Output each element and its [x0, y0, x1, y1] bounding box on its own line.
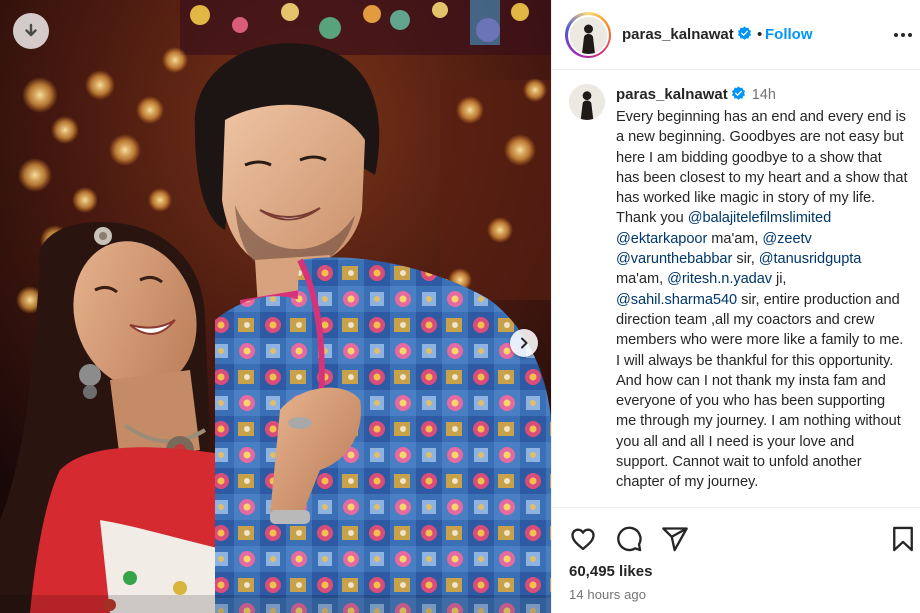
- caption-text-segment: ma'am,: [616, 271, 668, 288]
- avatar: [569, 16, 607, 54]
- caption-text-segment: sir,: [732, 251, 759, 268]
- follow-button[interactable]: Follow: [765, 26, 813, 43]
- caption-time[interactable]: 14h: [752, 87, 776, 103]
- more-options-icon[interactable]: [892, 24, 914, 46]
- header-separator: •: [757, 26, 763, 43]
- caption-text-segment: ma'am,: [707, 230, 763, 247]
- verified-badge-icon: [737, 26, 751, 40]
- chevron-right-icon: [521, 337, 528, 349]
- caption-section: paras_kalnawat 14h Every beginning has an…: [552, 71, 920, 507]
- post-photo-image: [0, 0, 551, 613]
- download-arrow-icon: [25, 23, 37, 37]
- download-button[interactable]: [13, 13, 49, 49]
- caption-text-segment: ji,: [772, 271, 787, 288]
- post-side-panel: paras_kalnawat • Follow paras_kalnawat 14…: [551, 0, 920, 613]
- mention-link[interactable]: @ektarkapoor: [616, 231, 707, 247]
- mention-link[interactable]: @sahil.sharma540: [616, 292, 737, 308]
- mention-link[interactable]: @varunthebabbar: [616, 251, 732, 267]
- mention-link[interactable]: @tanusridgupta: [759, 251, 862, 267]
- next-image-button[interactable]: [510, 329, 538, 357]
- caption-header: paras_kalnawat 14h: [616, 86, 776, 103]
- story-ring[interactable]: [565, 12, 611, 58]
- action-bar: 60,495 likes 14 hours ago: [552, 507, 920, 613]
- comment-icon[interactable]: [615, 525, 643, 553]
- post-timestamp[interactable]: 14 hours ago: [569, 587, 646, 602]
- likes-count[interactable]: 60,495 likes: [569, 563, 652, 580]
- share-icon[interactable]: [661, 525, 689, 553]
- caption-text-segment: Every beginning has an end and every end…: [616, 109, 908, 227]
- bookmark-icon[interactable]: [889, 525, 917, 553]
- caption-text: Every beginning has an end and every end…: [616, 107, 908, 493]
- verified-badge-icon: [731, 86, 745, 100]
- caption-avatar[interactable]: [569, 84, 605, 120]
- post-photo[interactable]: [0, 0, 551, 613]
- mention-link[interactable]: @ritesh.n.yadav: [667, 271, 772, 287]
- post-header: paras_kalnawat • Follow: [552, 0, 920, 70]
- caption-text-segment: sir, entire production and direction tea…: [616, 291, 904, 491]
- mention-link[interactable]: @zeetv: [762, 231, 811, 247]
- caption-username[interactable]: paras_kalnawat: [616, 86, 728, 103]
- mention-link[interactable]: @balajitelefilmslimited: [688, 210, 831, 226]
- heart-icon[interactable]: [569, 525, 597, 553]
- header-username[interactable]: paras_kalnawat: [622, 26, 752, 43]
